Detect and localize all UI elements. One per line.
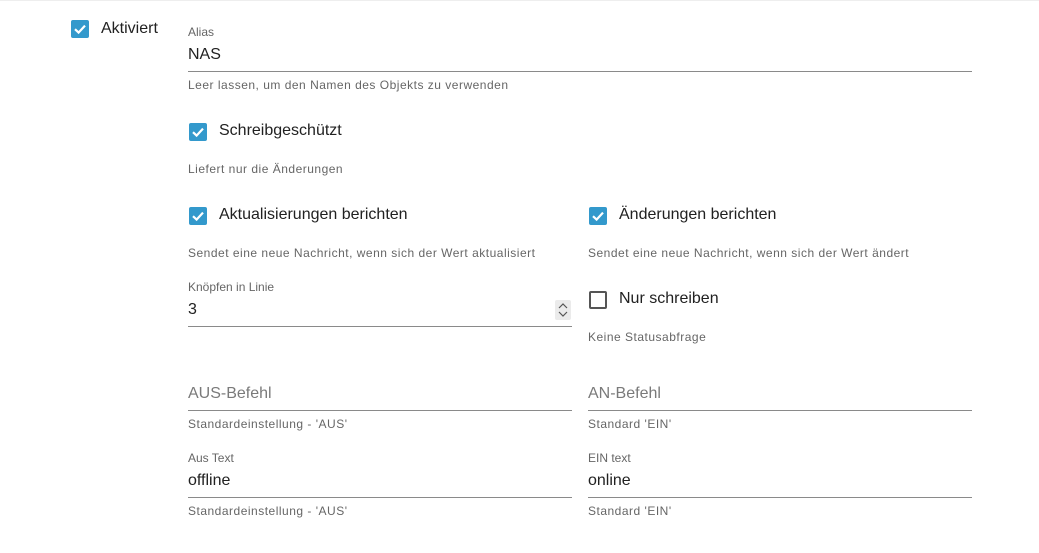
- report-updates-helper: Sendet eine neue Nachricht, wenn sich de…: [188, 246, 536, 260]
- buttons-in-line-input[interactable]: 3: [188, 300, 197, 320]
- top-divider: [0, 0, 1039, 1]
- report-updates-label: Aktualisierungen berichten: [219, 206, 408, 223]
- on-text-input[interactable]: online: [588, 471, 631, 491]
- check-icon: [74, 24, 86, 35]
- report-changes-label: Änderungen berichten: [619, 206, 777, 223]
- enabled-checkbox[interactable]: [71, 20, 89, 38]
- write-only-label: Nur schreiben: [619, 290, 719, 307]
- write-only-checkbox[interactable]: [589, 291, 607, 309]
- check-icon: [192, 211, 204, 222]
- on-text-underline: [588, 497, 972, 498]
- report-changes-helper: Sendet eine neue Nachricht, wenn sich de…: [588, 246, 910, 260]
- off-command-input[interactable]: AUS-Befehl: [188, 384, 272, 404]
- off-text-input[interactable]: offline: [188, 471, 230, 491]
- enabled-label: Aktiviert: [101, 20, 158, 37]
- readonly-label: Schreibgeschützt: [219, 122, 342, 139]
- report-changes-checkbox[interactable]: [589, 207, 607, 225]
- chevron-down-icon[interactable]: [558, 311, 568, 317]
- on-command-underline: [588, 410, 972, 411]
- off-command-underline: [188, 410, 572, 411]
- readonly-checkbox[interactable]: [189, 123, 207, 141]
- alias-helper: Leer lassen, um den Namen des Objekts zu…: [188, 78, 509, 92]
- chevron-up-icon[interactable]: [558, 303, 568, 309]
- buttons-in-line-label: Knöpfen in Linie: [188, 280, 275, 294]
- number-stepper[interactable]: [555, 300, 571, 320]
- off-command-helper: Standardeinstellung - 'AUS': [188, 417, 348, 431]
- off-text-underline: [188, 497, 572, 498]
- on-text-helper: Standard 'EIN': [588, 504, 672, 518]
- off-text-helper: Standardeinstellung - 'AUS': [188, 504, 348, 518]
- on-command-input[interactable]: AN-Befehl: [588, 384, 661, 404]
- readonly-helper: Liefert nur die Änderungen: [188, 162, 344, 176]
- check-icon: [192, 127, 204, 138]
- off-text-label: Aus Text: [188, 451, 234, 465]
- report-updates-checkbox[interactable]: [189, 207, 207, 225]
- alias-underline: [188, 71, 972, 72]
- buttons-in-line-underline: [188, 326, 572, 327]
- on-command-helper: Standard 'EIN': [588, 417, 672, 431]
- alias-label: Alias: [188, 25, 215, 39]
- on-text-label: EIN text: [588, 451, 631, 465]
- write-only-helper: Keine Statusabfrage: [588, 330, 707, 344]
- alias-input[interactable]: NAS: [188, 45, 221, 65]
- check-icon: [592, 211, 604, 222]
